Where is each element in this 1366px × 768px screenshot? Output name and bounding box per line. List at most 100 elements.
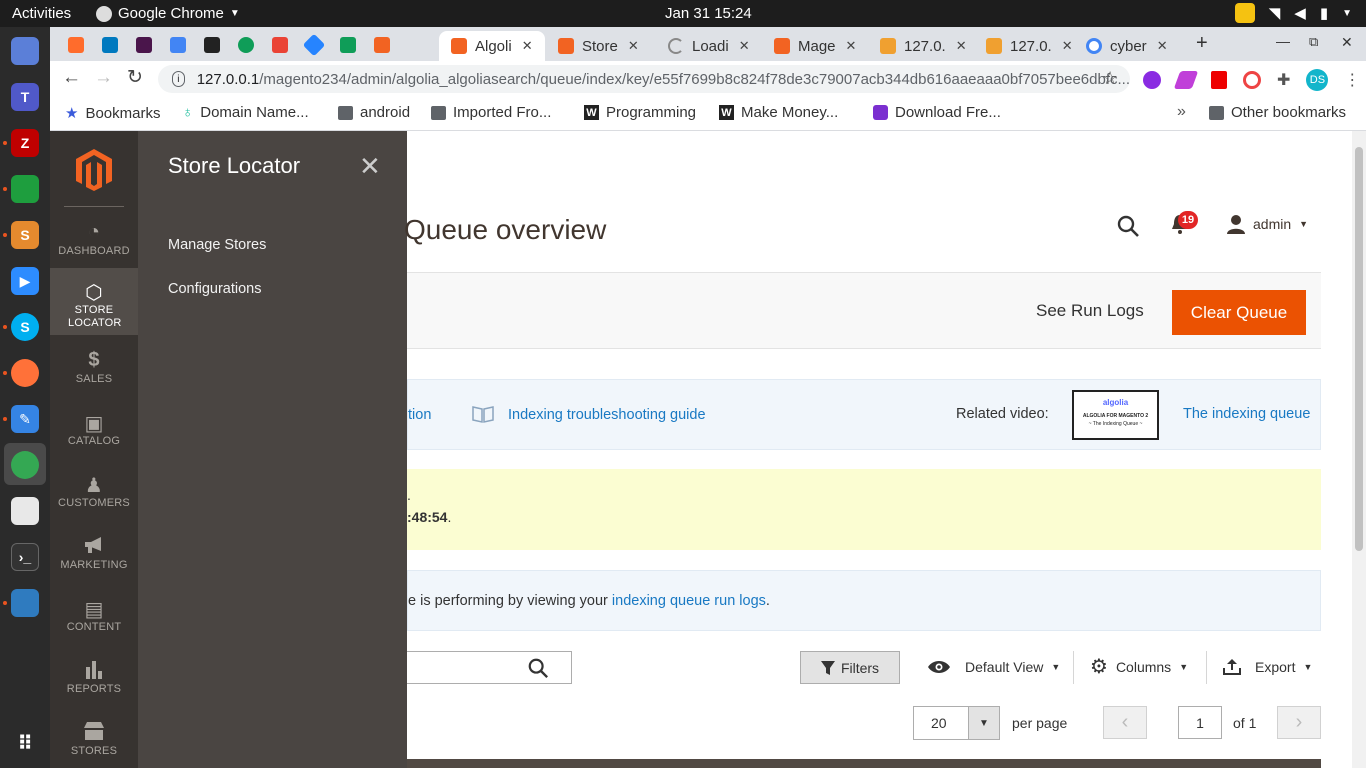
- address-bar[interactable]: i 127.0.0.1 /magento234/admin/algolia_al…: [158, 65, 1130, 93]
- documentation-link[interactable]: tion: [408, 407, 431, 423]
- nav-sales[interactable]: $ SALES: [50, 349, 138, 395]
- previous-page-button[interactable]: ‹: [1103, 706, 1147, 739]
- tab-phpmyadmin-2[interactable]: 127.0. ✕: [980, 31, 1080, 61]
- extension-color-icon[interactable]: [1243, 71, 1261, 89]
- close-tab-icon[interactable]: ✕: [739, 38, 750, 54]
- bookmark-folder[interactable]: android: [338, 104, 410, 121]
- hangouts-icon[interactable]: [238, 37, 254, 53]
- terminal-icon[interactable]: ›_: [11, 543, 39, 571]
- close-icon[interactable]: ✕: [359, 151, 381, 182]
- nav-stores[interactable]: STORES: [50, 721, 138, 767]
- chevron-down-icon[interactable]: ▼: [968, 707, 999, 739]
- close-tab-icon[interactable]: ✕: [956, 38, 967, 54]
- columns-dropdown[interactable]: ⚙ Columns ▼: [1090, 657, 1188, 677]
- browser-menu-icon[interactable]: ⋮: [1344, 70, 1360, 90]
- system-tray[interactable]: ◥ ◀ ▮ ▼: [1234, 3, 1352, 23]
- close-tab-icon[interactable]: ✕: [522, 38, 533, 54]
- nav-store-locator[interactable]: ⬡ STORE LOCATOR: [50, 268, 138, 335]
- close-tab-icon[interactable]: ✕: [1157, 38, 1168, 54]
- cpanel-icon[interactable]: [68, 37, 84, 53]
- chrome-icon[interactable]: [11, 451, 39, 479]
- see-run-logs-button[interactable]: See Run Logs: [1036, 301, 1144, 321]
- clock[interactable]: Jan 31 15:24: [665, 5, 752, 22]
- nav-customers[interactable]: ♟ CUSTOMERS: [50, 473, 138, 519]
- show-apps-icon[interactable]: ⠿: [11, 729, 39, 757]
- back-button[interactable]: ←: [62, 67, 81, 89]
- filezilla-icon[interactable]: Z: [11, 129, 39, 157]
- indexing-queue-video-link[interactable]: The indexing queue: [1183, 406, 1310, 422]
- export-dropdown[interactable]: Export ▼: [1223, 659, 1312, 675]
- tab-magento[interactable]: Mage ✕: [768, 31, 868, 61]
- slack-icon[interactable]: [136, 37, 152, 53]
- bookmark-item[interactable]: W Make Money...: [719, 104, 838, 121]
- current-page-input[interactable]: 1: [1178, 706, 1222, 739]
- sublime-icon[interactable]: S: [11, 221, 39, 249]
- tab-phpmyadmin-1[interactable]: 127.0. ✕: [874, 31, 974, 61]
- filters-button[interactable]: Filters: [800, 651, 900, 684]
- info-icon[interactable]: i: [172, 71, 185, 87]
- zoom-icon[interactable]: ▶: [11, 267, 39, 295]
- activities-button[interactable]: Activities: [12, 5, 71, 22]
- clear-queue-button[interactable]: Clear Queue: [1172, 290, 1306, 335]
- extensions-puzzle-icon[interactable]: ✚: [1277, 70, 1290, 90]
- admin-user-menu[interactable]: admin ▼: [1227, 214, 1308, 234]
- bookmark-item[interactable]: W Programming: [584, 104, 696, 121]
- magento-tab-icon[interactable]: [374, 37, 390, 53]
- close-tab-icon[interactable]: ✕: [628, 38, 639, 54]
- bookmark-item[interactable]: Download Fre...: [873, 104, 1001, 121]
- bookmark-item[interactable]: ★ Bookmarks: [65, 104, 160, 123]
- close-window-button[interactable]: ✕: [1341, 34, 1353, 51]
- firefox-icon[interactable]: [11, 359, 39, 387]
- nav-dashboard[interactable]: ◔ DASHBOARD: [50, 221, 138, 267]
- nav-reports[interactable]: REPORTS: [50, 659, 138, 705]
- default-view-dropdown[interactable]: Default View ▼: [927, 659, 1060, 675]
- nav-content[interactable]: ▤ CONTENT: [50, 597, 138, 643]
- files-icon[interactable]: [11, 497, 39, 525]
- tab-loading[interactable]: Loadi ✕: [662, 31, 762, 61]
- other-bookmarks[interactable]: Other bookmarks: [1209, 104, 1346, 121]
- run-logs-link[interactable]: indexing queue run logs: [612, 593, 766, 609]
- more-bookmarks-chevron[interactable]: »: [1177, 103, 1186, 121]
- nav-catalog[interactable]: ▣ CATALOG: [50, 411, 138, 457]
- next-page-button[interactable]: ›: [1277, 706, 1321, 739]
- spreadsheet-icon[interactable]: [11, 175, 39, 203]
- nav-marketing[interactable]: MARKETING: [50, 535, 138, 581]
- extension-red-icon[interactable]: [1211, 71, 1227, 89]
- extension-feather-icon[interactable]: [1173, 71, 1199, 89]
- sheets-icon[interactable]: [340, 37, 356, 53]
- flyout-link-manage-stores[interactable]: Manage Stores: [168, 237, 266, 253]
- gmail-icon[interactable]: [272, 37, 288, 53]
- video-thumbnail[interactable]: algolia ALGOLIA FOR MAGENTO 2 ~ The Inde…: [1072, 390, 1159, 440]
- keyword-search-input[interactable]: [407, 651, 572, 684]
- search-icon[interactable]: [527, 657, 549, 679]
- extension-purple-icon[interactable]: [1143, 71, 1161, 89]
- per-page-select[interactable]: 20 ▼: [913, 706, 1000, 740]
- bookmark-item[interactable]: ♁ Domain Name...: [182, 104, 309, 121]
- forward-button[interactable]: →: [94, 67, 113, 89]
- docs-icon[interactable]: [170, 37, 186, 53]
- tab-google[interactable]: cyber ✕: [1086, 31, 1186, 61]
- screenshot-app-icon[interactable]: [11, 37, 39, 65]
- close-tab-icon[interactable]: ✕: [846, 38, 857, 54]
- reload-button[interactable]: ↻: [127, 66, 143, 89]
- app-menu[interactable]: Google Chrome ▼: [96, 5, 240, 22]
- page-scrollbar[interactable]: [1352, 131, 1366, 768]
- netsuite-icon[interactable]: [204, 37, 220, 53]
- virtualbox-icon[interactable]: [11, 589, 39, 617]
- bookmark-folder[interactable]: Imported Fro...: [431, 104, 551, 121]
- minimize-button[interactable]: —: [1276, 33, 1290, 49]
- text-editor-icon[interactable]: ✎: [11, 405, 39, 433]
- notifications-bell[interactable]: 19: [1171, 211, 1198, 235]
- close-tab-icon[interactable]: ✕: [1062, 38, 1073, 54]
- bookmark-star-icon[interactable]: ☆: [1102, 68, 1118, 89]
- profile-avatar[interactable]: DS: [1306, 69, 1329, 91]
- jira-icon[interactable]: [302, 33, 326, 57]
- tab-algolia[interactable]: Algoli ✕: [439, 31, 545, 61]
- scrollbar-thumb[interactable]: [1355, 147, 1363, 551]
- flyout-link-configurations[interactable]: Configurations: [168, 281, 262, 297]
- teams-icon[interactable]: T: [11, 83, 39, 111]
- search-icon[interactable]: [1116, 214, 1140, 238]
- trello-icon[interactable]: [102, 37, 118, 53]
- maximize-button[interactable]: ⧉: [1309, 34, 1318, 50]
- tab-store[interactable]: Store ✕: [552, 31, 652, 61]
